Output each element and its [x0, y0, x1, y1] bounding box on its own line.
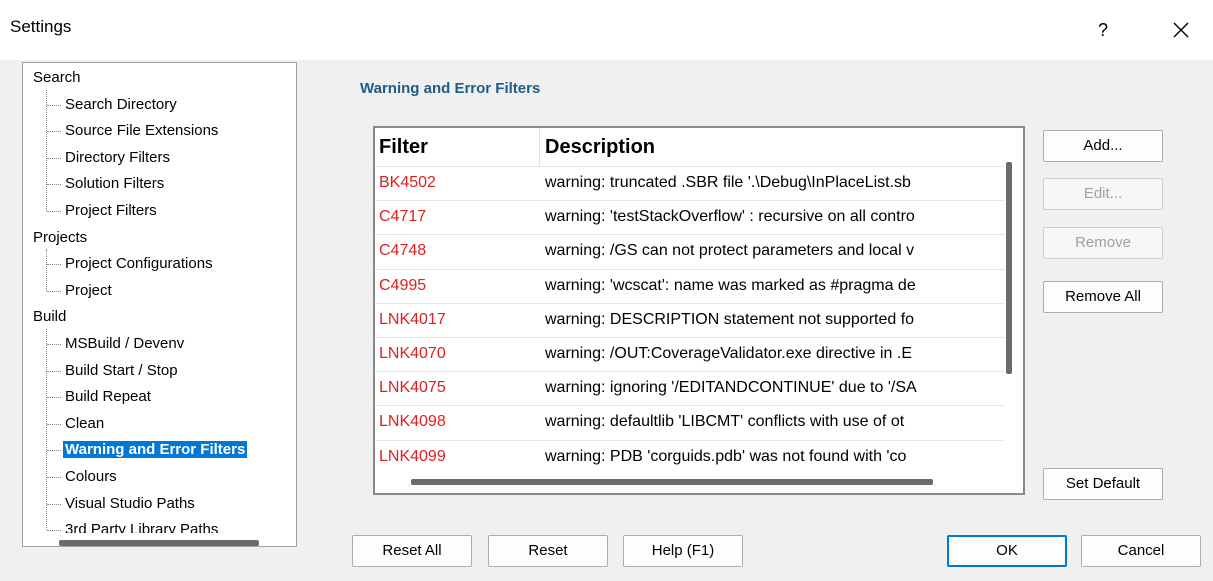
tree-connector-line [47, 423, 61, 425]
filter-code: LNK4098 [379, 413, 446, 431]
table-row[interactable]: LNK4075 warning: ignoring '/EDITANDCONTIN… [375, 371, 1005, 403]
tree-item[interactable]: Project Filters [23, 198, 159, 223]
filter-code: LNK4075 [379, 379, 446, 397]
tree-item-label: Visual Studio Paths [65, 494, 195, 512]
set-default-button[interactable]: Set Default [1043, 468, 1163, 500]
tree-connector-line [47, 503, 61, 505]
page-title: Warning and Error Filters [360, 80, 541, 97]
filter-table[interactable]: Filter Description BK4502 warning: trunca… [373, 126, 1025, 495]
filter-description: warning: ignoring '/EDITANDCONTINUE' due… [545, 379, 917, 397]
help-f1-button[interactable]: Help (F1) [623, 535, 743, 567]
tree-item-label: Build Repeat [65, 388, 151, 406]
tree-connector-line [47, 264, 61, 266]
close-icon [1173, 22, 1189, 38]
column-header-filter[interactable]: Filter [375, 128, 540, 166]
tree-item-label: MSBuild / Devenv [65, 335, 185, 352]
table-row[interactable]: C4717 warning: 'testStackOverflow' : recu… [375, 200, 1005, 232]
tree-item[interactable]: Clean [23, 411, 106, 436]
tree-item-label: Project Configurations [65, 255, 213, 273]
tree-connector-line [47, 530, 61, 532]
tree-item[interactable]: Colours [23, 464, 119, 489]
table-row[interactable]: LNK4070 warning: /OUT:CoverageValidator.e… [375, 337, 1005, 369]
settings-tree[interactable]: Search Search Directory Source File Extens… [22, 62, 297, 547]
tree-item-label: Search [33, 69, 81, 86]
tree-category[interactable]: Search [23, 65, 81, 90]
tree-connector-line [47, 397, 61, 399]
filter-code: BK4502 [379, 174, 436, 191]
tree-item-label: Colours [65, 468, 117, 485]
filter-code: LNK4099 [379, 447, 446, 465]
tree-item[interactable]: Project [23, 278, 114, 303]
filter-description: warning: /OUT:CoverageValidator.exe dire… [545, 345, 912, 362]
filter-description: warning: 'wcscat': name was marked as #p… [545, 276, 916, 294]
tree-item-label: Source File Extensions [65, 122, 219, 140]
tree-connector-line [47, 450, 61, 452]
tree-horizontal-scrollbar[interactable] [59, 540, 259, 546]
table-row[interactable]: C4748 warning: /GS can not protect parame… [375, 234, 1005, 266]
filter-code: LNK4070 [379, 345, 446, 362]
ok-button[interactable]: OK [947, 535, 1067, 567]
title-bar: Settings ? [0, 0, 1213, 60]
tree-item-label: Search Directory [65, 95, 177, 113]
filter-code: LNK4017 [379, 310, 446, 328]
reset-all-button[interactable]: Reset All [352, 535, 472, 567]
tree-item-label: Build Start / Stop [65, 361, 178, 379]
table-horizontal-scrollbar[interactable] [411, 479, 933, 485]
table-row[interactable]: LNK4098 warning: defaultlib 'LIBCMT' conf… [375, 405, 1005, 437]
table-row[interactable]: LNK4099 warning: PDB 'corguids.pdb' was n… [375, 439, 1005, 472]
filter-description: warning: DESCRIPTION statement not suppo… [545, 310, 915, 328]
tree-item-label: Project [65, 281, 112, 299]
table-row[interactable]: LNK4017 warning: DESCRIPTION statement no… [375, 302, 1005, 335]
tree-item-label: Clean [65, 414, 105, 432]
tree-item[interactable]: Directory Filters [23, 145, 172, 170]
tree-category[interactable]: Build [23, 304, 66, 329]
table-row[interactable]: BK4502 warning: truncated .SBR file '.\De… [375, 166, 1005, 198]
tree-connector-line [47, 344, 61, 345]
window-title: Settings [10, 17, 72, 36]
tree-item-label: Solution Filters [65, 175, 165, 193]
tree-item[interactable]: Build Repeat [23, 384, 153, 409]
filter-code: C4717 [379, 208, 427, 226]
filter-description: warning: PDB 'corguids.pdb' was not foun… [545, 447, 907, 465]
help-button[interactable]: ? [1085, 12, 1121, 48]
tree-item-label: Build [33, 308, 67, 326]
remove-all-button[interactable]: Remove All [1043, 281, 1163, 313]
tree-connector-line [47, 290, 61, 292]
tree-item-label: 3rd Party Library Paths [65, 521, 219, 533]
tree-connector-line [47, 370, 61, 372]
tree-item-label: Project Filters [65, 202, 157, 219]
tree-connector-line [47, 131, 61, 133]
edit-button[interactable]: Edit... [1043, 178, 1163, 210]
table-row[interactable]: C4995 warning: 'wcscat': name was marked … [375, 268, 1005, 301]
tree-category[interactable]: Projects [23, 225, 87, 250]
tree-connector-line [47, 184, 61, 186]
filter-description: warning: truncated .SBR file '.\Debug\In… [545, 174, 911, 191]
tree-item-label: Projects [33, 228, 88, 246]
close-button[interactable] [1163, 12, 1199, 48]
filter-code: C4995 [379, 276, 427, 294]
tree-item-label: Directory Filters [65, 148, 171, 166]
tree-connector-line [47, 477, 61, 478]
settings-tree-list: Search Search Directory Source File Extens… [23, 63, 296, 533]
tree-connector-line [47, 211, 61, 212]
cancel-button[interactable]: Cancel [1081, 535, 1201, 567]
tree-item[interactable]: Solution Filters [23, 171, 166, 196]
filter-description: warning: 'testStackOverflow' : recursive… [545, 208, 915, 226]
add-button[interactable]: Add... [1043, 130, 1163, 162]
filter-description: warning: defaultlib 'LIBCMT' conflicts w… [545, 413, 905, 431]
tree-item-label: Warning and Error Filters [63, 441, 248, 459]
filter-code: C4748 [379, 242, 427, 260]
table-vertical-scrollbar[interactable] [1006, 162, 1012, 374]
reset-button[interactable]: Reset [488, 535, 608, 567]
filter-description: warning: /GS can not protect parameters … [545, 242, 915, 260]
column-header-description[interactable]: Description [541, 128, 1021, 166]
remove-button[interactable]: Remove [1043, 227, 1163, 259]
tree-connector-line [47, 104, 61, 106]
tree-connector-line [47, 157, 61, 159]
